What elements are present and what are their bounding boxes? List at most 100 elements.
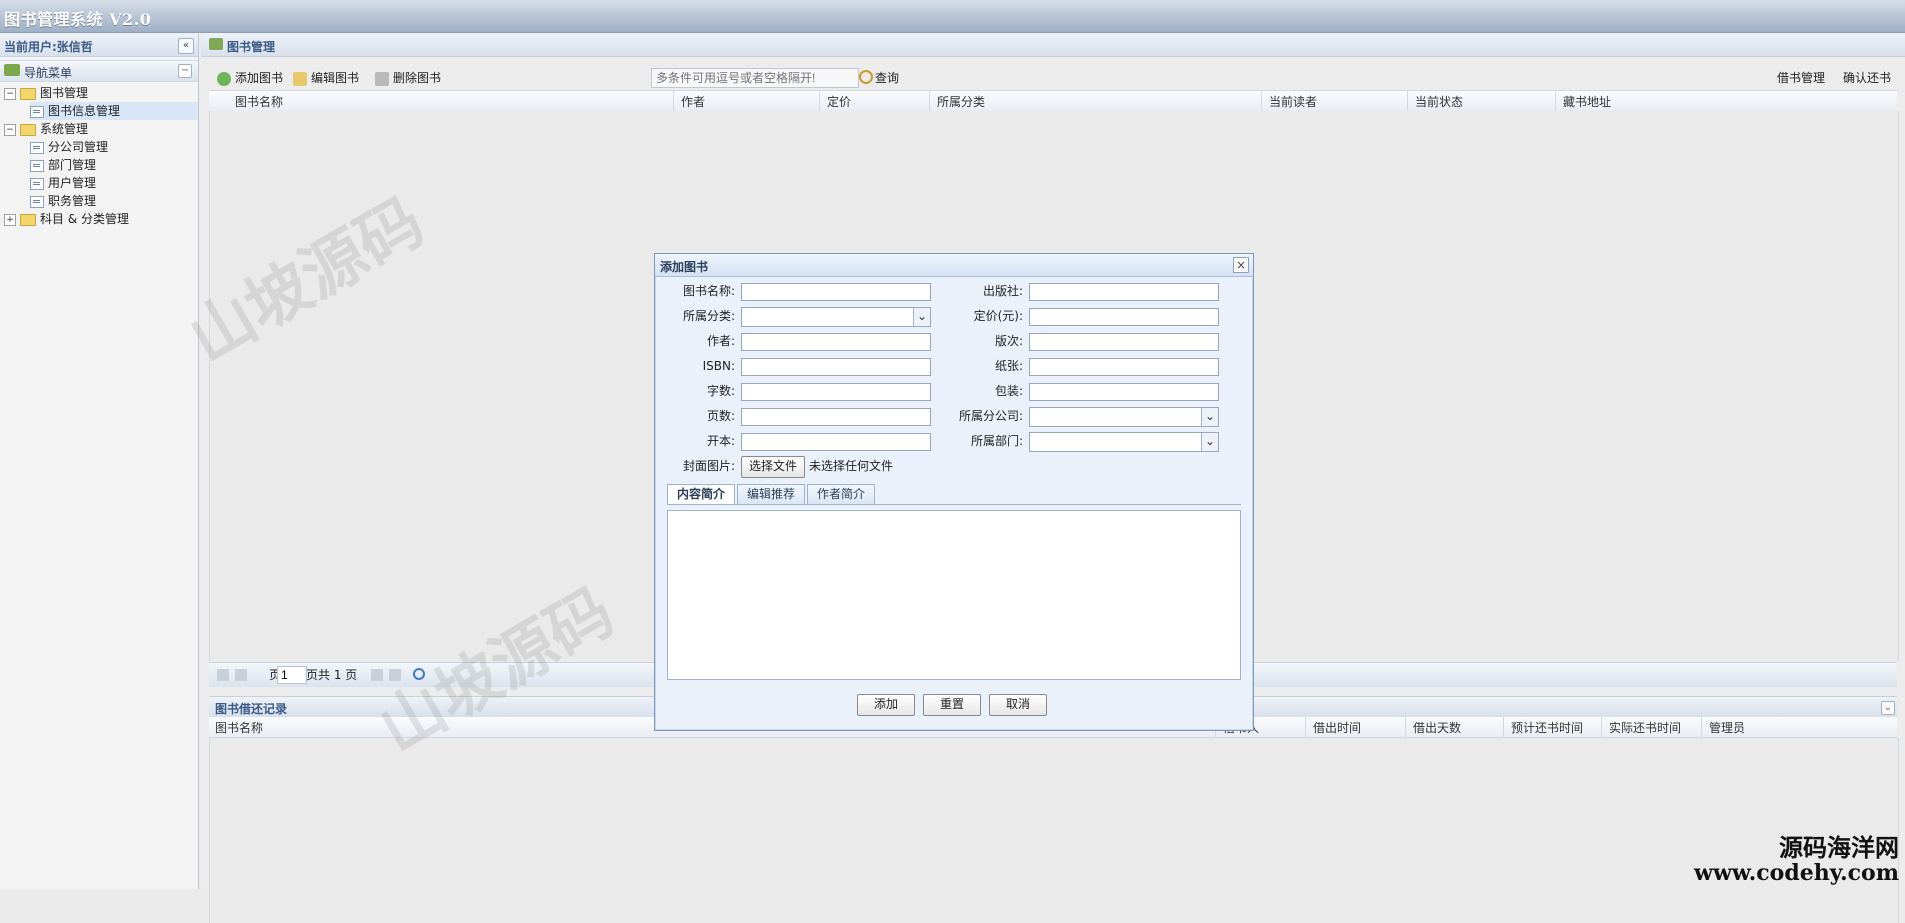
column-storage-address[interactable]: 藏书地址 (1563, 94, 1611, 110)
folder-icon (20, 213, 36, 226)
trash-icon (375, 71, 389, 86)
column-book-name[interactable]: 图书名称 (235, 94, 283, 110)
department-label: 所属部门: (970, 434, 1023, 448)
left-panel-header: 当前用户:张信哲 « (0, 34, 198, 57)
tree-label: 用户管理 (48, 176, 97, 190)
page-icon (30, 159, 44, 172)
history-column-actual-return[interactable]: 实际还书时间 (1609, 720, 1681, 736)
column-separator (1405, 717, 1406, 737)
toolbar: 添加图书 编辑图书 删除图书 查询 借书管理 确认还书 (209, 66, 1905, 90)
borrow-book-button[interactable]: 借书管理 (1777, 69, 1825, 87)
tree-folder-book-management[interactable]: − 图书管理 (4, 84, 88, 102)
search-input[interactable] (651, 68, 859, 88)
column-separator (1601, 717, 1602, 737)
book-table-header: 图书名称 作者 定价 所属分类 当前读者 当前状态 藏书地址 (209, 90, 1897, 112)
category-select[interactable] (741, 307, 931, 327)
tree-label: 分公司管理 (48, 140, 109, 154)
add-book-dialog: 添加图书 × 图书名称: 所属分类: 作者: ISBN: 字数: 页数: 开本:… (654, 253, 1254, 731)
edit-icon (293, 71, 307, 86)
dialog-title: 添加图书 (660, 260, 709, 274)
column-separator (929, 91, 930, 111)
app-header: 图书管理系统 V2.0 (0, 0, 1905, 33)
navigation-menu-title: 导航菜单 (24, 66, 73, 80)
tree-label: 图书信息管理 (48, 104, 121, 118)
tab-author-intro[interactable]: 作者简介 (807, 484, 875, 504)
tab-content-intro[interactable]: 内容简介 (667, 484, 735, 504)
tree-item-branch[interactable]: 分公司管理 (30, 138, 108, 156)
first-page-icon[interactable] (217, 669, 229, 681)
cancel-button[interactable]: 取消 (989, 694, 1047, 716)
main-panel-header: 图书管理 (201, 34, 1905, 57)
tab-editor-recommendation[interactable]: 编辑推荐 (737, 484, 805, 504)
publisher-label: 出版社: (982, 284, 1023, 298)
cover-label: 封面图片: (682, 459, 735, 473)
page-count-label: 页数: (706, 409, 735, 423)
history-column-book-name[interactable]: 图书名称 (215, 720, 263, 736)
binding-label: 包装: (994, 384, 1023, 398)
search-button-label[interactable]: 查询 (875, 69, 899, 87)
content-editor[interactable] (667, 510, 1241, 680)
tree-item-department[interactable]: 部门管理 (30, 156, 96, 174)
delete-book-button[interactable]: 删除图书 (375, 69, 441, 87)
page-number-input[interactable] (277, 666, 307, 684)
history-column-borrow-days[interactable]: 借出天数 (1413, 720, 1461, 736)
add-book-button[interactable]: 添加图书 (217, 69, 283, 87)
publisher-input[interactable] (1029, 283, 1219, 301)
collapse-nav-button[interactable]: − (178, 64, 192, 78)
price-input[interactable] (1029, 308, 1219, 326)
tree-item-user[interactable]: 用户管理 (30, 174, 96, 192)
page-icon (30, 105, 44, 118)
site-brand-watermark: 源码海洋网 www.codehy.com (1694, 835, 1899, 885)
column-separator (1305, 717, 1306, 737)
choose-file-button[interactable]: 选择文件 (741, 456, 805, 478)
tree-folder-subject-category[interactable]: + 科目 & 分类管理 (4, 210, 129, 228)
confirm-return-button[interactable]: 确认还书 (1843, 69, 1891, 87)
reset-button[interactable]: 重置 (923, 694, 981, 716)
column-separator (1503, 717, 1504, 737)
binding-input[interactable] (1029, 383, 1219, 401)
column-separator (819, 91, 820, 111)
collapse-left-button[interactable]: « (178, 38, 194, 54)
column-price[interactable]: 定价 (827, 94, 851, 110)
branch-select[interactable] (1029, 407, 1219, 427)
word-count-input[interactable] (741, 383, 931, 401)
column-current-reader[interactable]: 当前读者 (1269, 94, 1317, 110)
folder-icon (20, 87, 36, 100)
collapse-history-button[interactable]: ⌄ (1881, 701, 1895, 715)
author-label: 作者: (706, 334, 735, 348)
tree-folder-system-management[interactable]: − 系统管理 (4, 120, 88, 138)
edition-input[interactable] (1029, 333, 1219, 351)
history-column-manager[interactable]: 管理员 (1709, 720, 1745, 736)
column-author[interactable]: 作者 (681, 94, 705, 110)
column-current-status[interactable]: 当前状态 (1415, 94, 1463, 110)
author-input[interactable] (741, 333, 931, 351)
add-button[interactable]: 添加 (857, 694, 915, 716)
column-separator (1261, 91, 1262, 111)
format-input[interactable] (741, 433, 931, 451)
close-icon[interactable]: × (1233, 257, 1249, 273)
column-category[interactable]: 所属分类 (937, 94, 985, 110)
department-select[interactable] (1029, 432, 1219, 452)
history-table-body (209, 738, 1899, 923)
isbn-input[interactable] (741, 358, 931, 376)
minus-icon[interactable]: − (4, 123, 16, 136)
category-label: 所属分类: (682, 309, 735, 323)
history-column-expected-return[interactable]: 预计还书时间 (1511, 720, 1583, 736)
prev-page-icon[interactable] (235, 669, 247, 681)
add-icon (217, 71, 231, 86)
plus-icon[interactable]: + (4, 213, 16, 226)
paper-input[interactable] (1029, 358, 1219, 376)
tree-item-position[interactable]: 职务管理 (30, 192, 96, 210)
book-name-input[interactable] (741, 283, 931, 301)
page-count-input[interactable] (741, 408, 931, 426)
folder-icon (20, 123, 36, 136)
tree-label: 部门管理 (48, 158, 97, 172)
tree-item-book-info[interactable]: 图书信息管理 (30, 102, 198, 120)
navigation-icon (4, 64, 20, 76)
column-separator (673, 91, 674, 111)
minus-icon[interactable]: − (4, 87, 16, 100)
search-icon[interactable] (859, 70, 873, 84)
history-column-borrow-time[interactable]: 借出时间 (1313, 720, 1361, 736)
edit-book-button[interactable]: 编辑图书 (293, 69, 359, 87)
paper-label: 纸张: (994, 359, 1023, 373)
